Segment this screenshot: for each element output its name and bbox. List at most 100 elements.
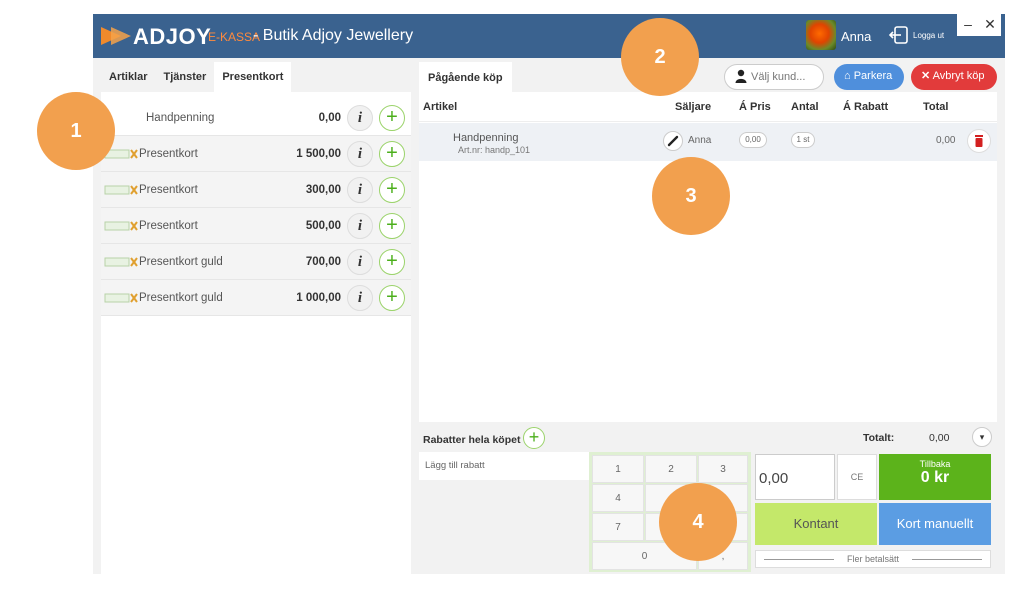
adjoy-logo-icon [101, 27, 131, 45]
column-total: Total [923, 101, 949, 113]
choose-customer-button[interactable]: Välj kund... [724, 64, 824, 90]
abort-purchase-button[interactable]: ✕ Avbryt köp [911, 64, 997, 90]
product-price: 1 500,00 [296, 148, 341, 160]
list-item[interactable]: Presentkort guld 700,00 i + [101, 244, 411, 280]
title-bar: ADJOY E-KASSA - Butik Adjoy Jewellery An… [93, 14, 1005, 58]
info-button[interactable]: i [347, 213, 373, 239]
chevron-down-icon[interactable]: ▾ [972, 427, 992, 447]
cash-button[interactable]: Kontant [755, 503, 877, 545]
park-button[interactable]: ⌂ Parkera [834, 64, 904, 90]
giftcard-thumbnail-icon [104, 257, 138, 267]
column-quantity: Antal [791, 101, 819, 113]
edit-seller-button[interactable] [663, 131, 683, 151]
product-name: Presentkort guld [139, 256, 223, 268]
list-item[interactable]: Presentkort 1 500,00 i + [101, 136, 411, 172]
more-payment-methods-button[interactable]: Fler betalsätt [755, 550, 991, 568]
product-name: Handpenning [146, 112, 215, 124]
product-tabs: Artiklar Tjänster Presentkort [101, 62, 411, 92]
product-price: 1 000,00 [296, 292, 341, 304]
callout-3: 3 [652, 157, 730, 235]
delete-item-button[interactable] [967, 129, 991, 153]
cart-footer: Rabatter hela köpet + Totalt: 0,00 ▾ [419, 424, 997, 452]
key-3[interactable]: 3 [698, 455, 748, 483]
item-quantity-field[interactable]: 1 st [791, 132, 815, 148]
column-unit-price: Á Pris [739, 101, 771, 113]
info-button[interactable]: i [347, 141, 373, 167]
change-label: Tillbaka [919, 459, 951, 469]
tab-artiklar[interactable]: Artiklar [101, 62, 156, 92]
giftcard-thumbnail-icon [104, 221, 138, 231]
product-price: 500,00 [305, 220, 341, 232]
add-button[interactable]: + [379, 141, 405, 167]
tab-presentkort[interactable]: Presentkort [214, 62, 292, 92]
column-article: Artikel [423, 101, 458, 113]
manual-card-button[interactable]: Kort manuellt [879, 503, 991, 545]
info-button[interactable]: i [347, 177, 373, 203]
tab-tjanster[interactable]: Tjänster [156, 62, 215, 92]
key-7[interactable]: 7 [592, 513, 644, 541]
info-button[interactable]: i [347, 249, 373, 275]
product-list: Handpenning 0,00 i + Presentkort 1 500,0… [101, 100, 411, 316]
product-name: Presentkort [139, 184, 198, 196]
add-button[interactable]: + [379, 213, 405, 239]
window-controls: – ✕ [957, 14, 1001, 36]
list-item[interactable]: Presentkort guld 1 000,00 i + [101, 280, 411, 316]
callout-1: 1 [37, 92, 115, 170]
close-x-icon: ✕ [921, 70, 931, 82]
minimize-button[interactable]: – [957, 14, 979, 36]
list-item[interactable]: Presentkort 300,00 i + [101, 172, 411, 208]
cart-header: Artikel Säljare Á Pris Antal Á Rabatt To… [419, 92, 997, 122]
person-icon [735, 69, 747, 83]
item-price-field[interactable]: 0,00 [739, 132, 767, 148]
giftcard-thumbnail-icon [104, 293, 138, 303]
discounts-label: Rabatter hela köpet [423, 434, 521, 446]
total-value: 0,00 [929, 432, 950, 444]
user-name[interactable]: Anna [841, 29, 871, 44]
callout-4: 4 [659, 483, 737, 561]
cart-table: Artikel Säljare Á Pris Antal Á Rabatt To… [419, 92, 997, 422]
item-total: 0,00 [936, 135, 956, 146]
abort-label: Avbryt köp [932, 70, 985, 82]
close-button[interactable]: ✕ [979, 14, 1001, 36]
logo-text: ADJOY [133, 24, 212, 49]
pencil-icon [667, 135, 679, 147]
product-name: Presentkort [139, 148, 198, 160]
product-price: 300,00 [305, 184, 341, 196]
key-4[interactable]: 4 [592, 484, 644, 512]
info-button[interactable]: i [347, 285, 373, 311]
pos-app-window: ADJOY E-KASSA - Butik Adjoy Jewellery An… [93, 14, 1005, 574]
info-button[interactable]: i [347, 105, 373, 131]
add-button[interactable]: + [379, 177, 405, 203]
store-title: - Butik Adjoy Jewellery [253, 27, 414, 44]
item-seller: Anna [688, 135, 712, 146]
column-unit-discount: Á Rabatt [843, 101, 889, 113]
key-2[interactable]: 2 [645, 455, 697, 483]
list-item[interactable]: Handpenning 0,00 i + [101, 100, 411, 136]
tab-current-purchase[interactable]: Pågående köp [419, 62, 512, 92]
key-1[interactable]: 1 [592, 455, 644, 483]
item-article-number: Art.nr: handp_101 [458, 145, 531, 155]
logout-icon[interactable] [888, 24, 910, 46]
change-value: 0 kr [920, 469, 950, 486]
product-panel: Artiklar Tjänster Presentkort Handpennin… [101, 62, 411, 574]
product-price: 700,00 [305, 256, 341, 268]
logout-button[interactable]: Logga ut [913, 31, 944, 40]
callout-2: 2 [621, 18, 699, 96]
add-button[interactable]: + [379, 249, 405, 275]
item-name: Handpenning [453, 132, 519, 144]
list-item[interactable]: Presentkort 500,00 i + [101, 208, 411, 244]
product-name: Presentkort guld [139, 292, 223, 304]
product-name: Presentkort [139, 220, 198, 232]
add-discount-button[interactable]: + [523, 427, 545, 449]
table-row[interactable]: Handpenning Art.nr: handp_101 Anna 0,00 … [419, 123, 997, 161]
add-button[interactable]: + [379, 105, 405, 131]
amount-input[interactable]: 0,00 [755, 454, 835, 500]
giftcard-thumbnail-icon [104, 185, 138, 195]
product-price: 0,00 [318, 112, 341, 124]
add-button[interactable]: + [379, 285, 405, 311]
avatar[interactable] [806, 20, 836, 50]
choose-customer-label: Välj kund... [751, 71, 806, 83]
park-label: Parkera [853, 70, 893, 82]
add-discount-field[interactable]: Lägg till rabatt [419, 452, 589, 480]
clear-entry-button[interactable]: CE [837, 454, 877, 500]
